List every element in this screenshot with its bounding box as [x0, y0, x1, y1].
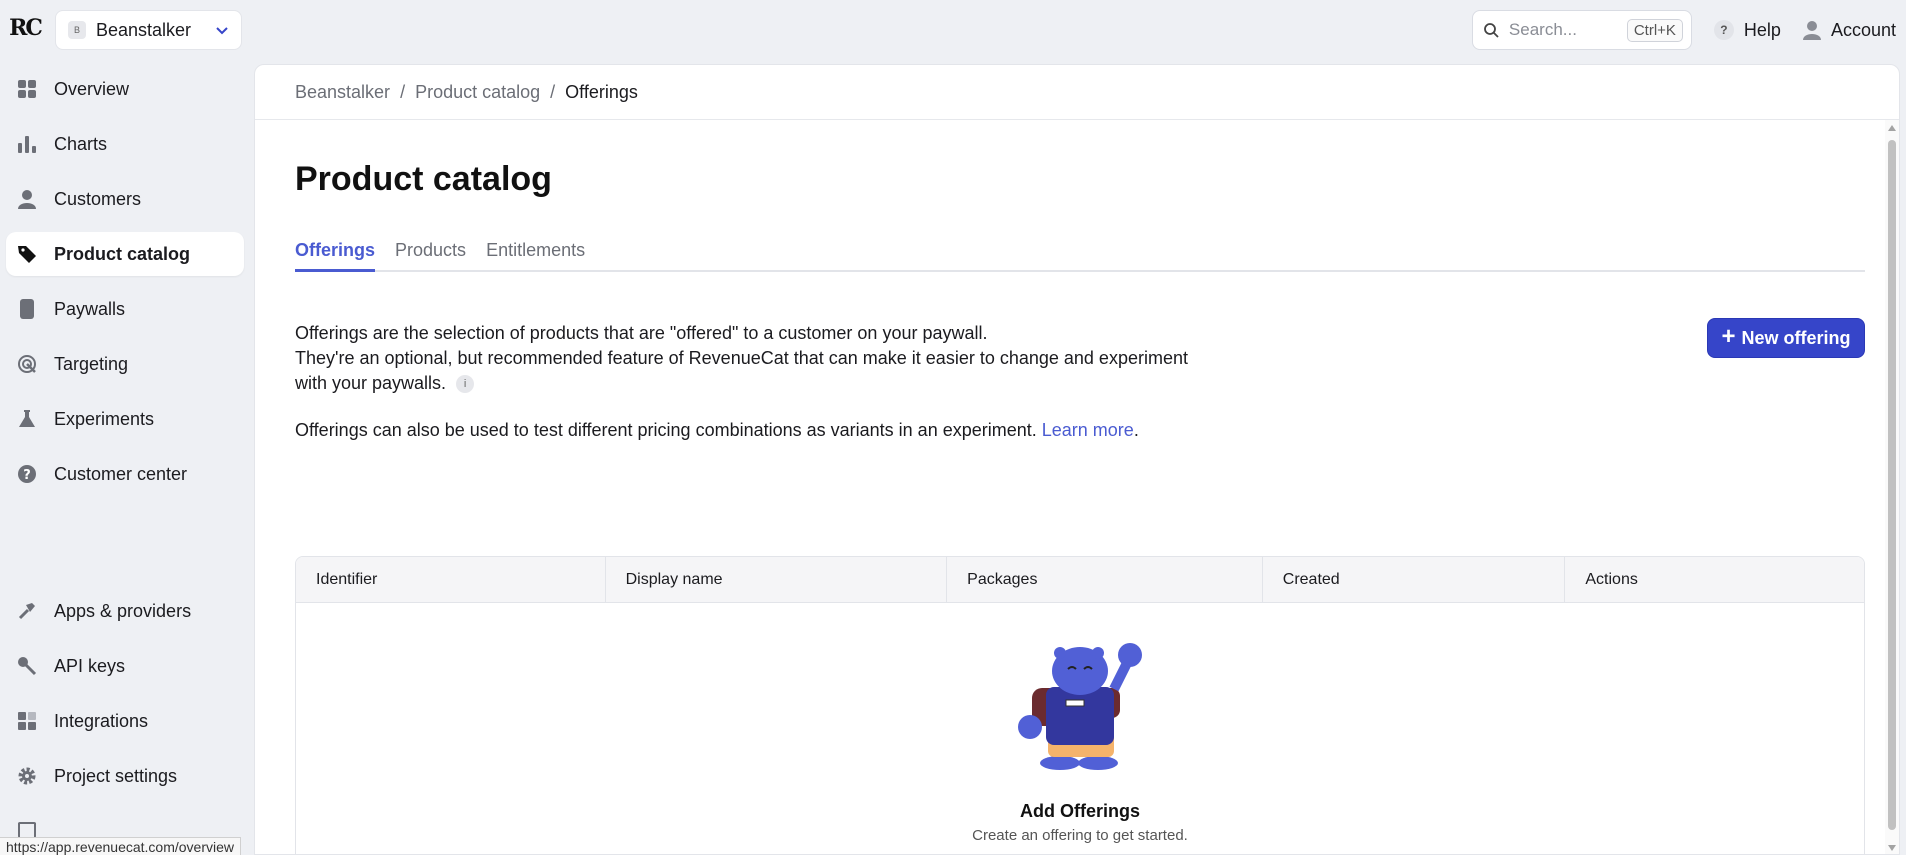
tag-icon [16, 243, 38, 265]
sidebar-item-project-settings[interactable]: Project settings [6, 754, 244, 798]
help-icon: ? [1713, 20, 1734, 40]
column-header-actions: Actions [1585, 570, 1638, 588]
plus-icon: + [1721, 323, 1736, 350]
project-badge: B [68, 21, 86, 39]
user-icon [16, 188, 38, 210]
sidebar-item-label: Apps & providers [54, 600, 192, 621]
phone-icon [16, 298, 38, 320]
puzzle-icon [16, 710, 38, 732]
offerings-description: Offerings are the selection of products … [295, 321, 1195, 396]
sidebar-item-targeting[interactable]: Targeting [6, 342, 244, 386]
description-line: Offerings are the selection of products … [295, 323, 988, 343]
scroll-up-arrow[interactable] [1888, 125, 1896, 131]
sidebar-item-integrations[interactable]: Integrations [6, 699, 244, 743]
sidebar-item-label: Paywalls [54, 298, 126, 319]
new-offering-button[interactable]: + New offering [1707, 318, 1865, 358]
tab-products[interactable]: Products [395, 228, 466, 272]
page-title: Product catalog [295, 160, 552, 198]
breadcrumb-separator: / [550, 81, 556, 102]
chevron-down-icon [216, 27, 228, 35]
key-icon [16, 655, 38, 677]
help-label: Help [1743, 19, 1781, 40]
sidebar-item-label: Overview [54, 78, 130, 99]
svg-text:?: ? [23, 468, 31, 483]
scroll-thumb[interactable] [1888, 140, 1896, 830]
project-switcher[interactable]: B Beanstalker [55, 10, 242, 50]
sidebar-item-customers[interactable]: Customers [6, 177, 244, 221]
sidebar-item-label: Experiments [54, 408, 155, 429]
sidebar-item-label: API keys [54, 655, 126, 676]
column-header-packages[interactable]: Packages [947, 557, 1263, 602]
sidebar-item-experiments[interactable]: Experiments [6, 397, 244, 441]
sidebar-item-label: Customer center [54, 463, 188, 484]
sidebar-item-api-keys[interactable]: API keys [6, 644, 244, 688]
main-panel: Beanstalker / Product catalog / Offering… [254, 64, 1900, 855]
empty-state-subtitle: Create an offering to get started. [972, 827, 1188, 844]
column-header-display-name[interactable]: Display name [606, 557, 948, 602]
offerings-table: Identifier Display name Packages Created… [295, 556, 1865, 854]
hammer-icon [16, 600, 38, 622]
shortcut-hint: Ctrl+K [1626, 18, 1683, 42]
tab-offerings[interactable]: Offerings [295, 228, 376, 272]
sidebar-item-paywalls[interactable]: Paywalls [6, 287, 244, 331]
experiment-text: Offerings can also be used to test diffe… [295, 420, 1037, 440]
sidebar-item-product-catalog[interactable]: Product catalog [6, 232, 244, 276]
column-header-identifier[interactable]: Identifier [296, 557, 606, 602]
description-line: They're an optional, but recommended fea… [295, 348, 1188, 393]
new-offering-label: New offering [1741, 327, 1851, 348]
help-link[interactable]: ? Help [1713, 19, 1781, 41]
sidebar-item-label: Product catalog [54, 243, 191, 264]
empty-state-title: Add Offerings [1020, 801, 1140, 821]
search-input[interactable]: Search... Ctrl+K [1471, 10, 1692, 50]
scrollbar[interactable] [1885, 120, 1899, 854]
breadcrumb: Beanstalker / Product catalog / Offering… [255, 65, 1899, 120]
sidebar-item-label: Targeting [54, 353, 129, 374]
sidebar-item-customer-center[interactable]: ? Customer center [6, 452, 244, 496]
learn-more-link[interactable]: Learn more [1042, 420, 1134, 440]
grid-icon [16, 78, 38, 100]
empty-state: Add Offerings Create an offering to get … [296, 603, 1864, 854]
breadcrumb-item[interactable]: Beanstalker [295, 82, 390, 103]
breadcrumb-item[interactable]: Product catalog [415, 82, 540, 103]
sidebar: Overview Charts Customers Product catalo… [0, 60, 254, 855]
experiment-description: Offerings can also be used to test diffe… [295, 420, 1139, 441]
sidebar-item-label: Customers [54, 188, 142, 209]
breadcrumb-separator: / [400, 81, 406, 102]
question-icon: ? [16, 463, 38, 485]
mascot-illustration [1018, 643, 1142, 770]
revenuecat-logo[interactable]: RC [8, 11, 43, 45]
project-name: Beanstalker [96, 19, 192, 40]
info-icon[interactable]: i [456, 375, 475, 394]
sidebar-item-apps-providers[interactable]: Apps & providers [6, 589, 244, 633]
account-label: Account [1830, 19, 1896, 40]
collapse-sidebar-icon[interactable] [18, 822, 36, 838]
flask-icon [16, 408, 38, 430]
bar-chart-icon [16, 133, 38, 155]
search-placeholder: Search... [1508, 20, 1577, 39]
target-icon [16, 353, 38, 375]
breadcrumb-current: Offerings [565, 81, 638, 102]
sidebar-item-charts[interactable]: Charts [6, 122, 244, 166]
sidebar-item-label: Charts [54, 133, 108, 154]
tab-bar: Offerings Products Entitlements [295, 228, 1865, 272]
sidebar-item-label: Project settings [54, 765, 178, 786]
sidebar-item-overview[interactable]: Overview [6, 67, 244, 111]
gear-icon [16, 765, 38, 787]
status-bar-url: https://app.revenuecat.com/overview [0, 837, 242, 855]
period: . [1133, 420, 1139, 440]
scroll-down-arrow[interactable] [1888, 845, 1896, 851]
account-icon [1802, 21, 1821, 40]
search-icon [1484, 23, 1499, 38]
tab-entitlements[interactable]: Entitlements [486, 228, 585, 272]
column-header-created[interactable]: Created [1263, 557, 1566, 602]
sidebar-item-label: Integrations [54, 710, 149, 731]
account-link[interactable]: Account [1802, 19, 1896, 41]
table-header: Identifier Display name Packages Created… [296, 557, 1864, 603]
